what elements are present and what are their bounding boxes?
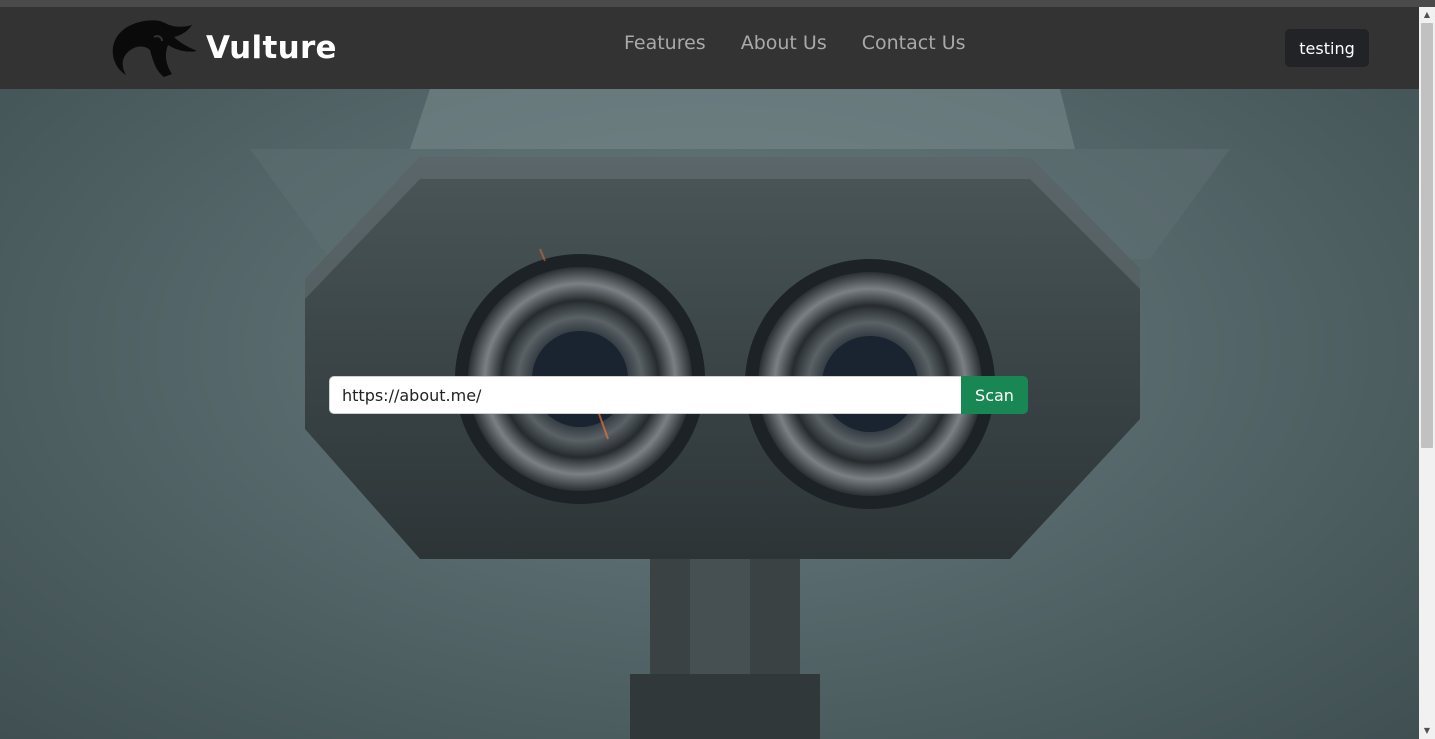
nav-item-features[interactable]: Features	[624, 32, 706, 54]
hero-section: Scan	[0, 89, 1419, 739]
hero-background-image	[250, 89, 1230, 739]
brand-name: Vulture	[206, 30, 337, 66]
page-scrollbar[interactable]: ▲ ▼	[1419, 7, 1435, 739]
brand-link[interactable]: Vulture	[108, 17, 337, 79]
scrollbar-thumb[interactable]	[1421, 23, 1433, 448]
main-nav: Features About Us Contact Us	[624, 32, 966, 54]
url-input[interactable]	[329, 376, 961, 414]
navbar: Vulture Features About Us Contact Us tes…	[0, 7, 1419, 89]
user-account-button[interactable]: testing	[1285, 29, 1369, 67]
scan-button[interactable]: Scan	[961, 376, 1028, 414]
browser-top-strip	[0, 0, 1435, 7]
nav-item-about-us[interactable]: About Us	[741, 32, 827, 54]
scroll-up-icon[interactable]: ▲	[1419, 7, 1435, 23]
vulture-head-icon	[112, 20, 197, 77]
scan-form: Scan	[329, 376, 1028, 414]
scroll-down-icon[interactable]: ▼	[1419, 723, 1435, 739]
nav-item-contact-us[interactable]: Contact Us	[862, 32, 966, 54]
page: Vulture Features About Us Contact Us tes…	[0, 0, 1435, 739]
